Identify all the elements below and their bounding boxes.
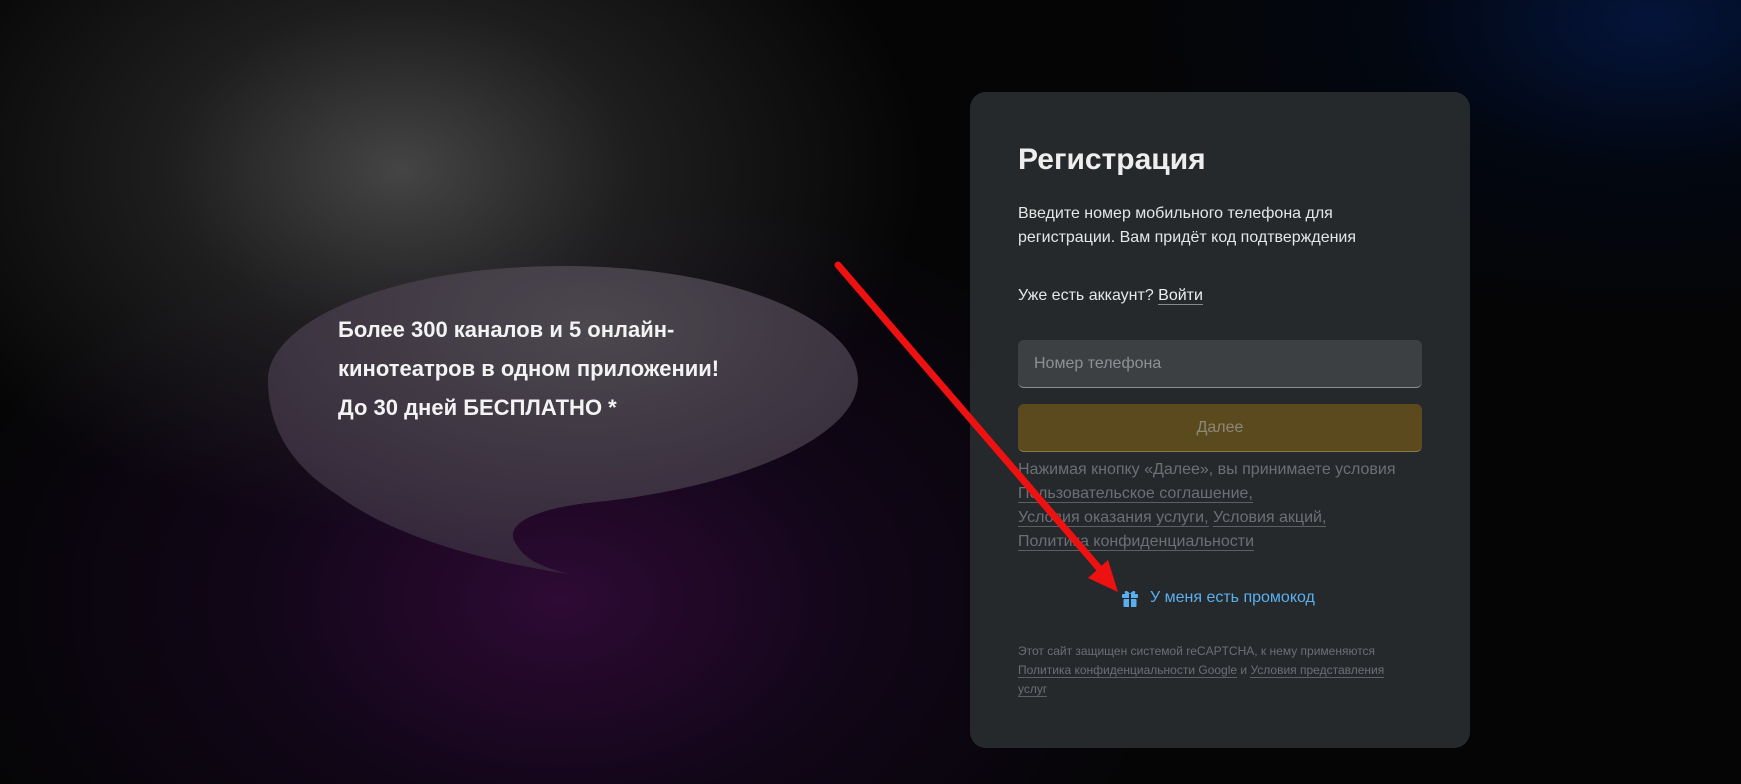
have-account-text: Уже есть аккаунт? [1018,287,1154,304]
annotation-arrow [834,261,1118,592]
user-agreement-link[interactable]: Пользовательское соглашение, [1018,485,1253,503]
login-link[interactable]: Войти [1158,287,1203,305]
promo-line-3: До 30 дней БЕСПЛАТНО * [338,395,617,420]
promo-speech-bubble: Более 300 каналов и 5 онлайн- кинотеатро… [266,262,860,578]
have-account-row: Уже есть аккаунт? Войти [1018,284,1203,308]
terms-row-2: Условия оказания услуги, Условия акций, [1018,506,1438,530]
phone-input[interactable] [1018,340,1422,388]
promo-line-2: кинотеатров в одном приложении! [338,356,720,381]
promo-bubble-text: Более 300 каналов и 5 онлайн- кинотеатро… [338,310,778,427]
description-line-1: Введите номер мобильного телефона для [1018,205,1333,222]
terms-row-3: Политика конфиденциальности [1018,530,1438,554]
recaptcha-row-2: Политика конфиденциальности Google и Усл… [1018,661,1422,680]
recaptcha-intro: Этот сайт защищен системой reCAPTCHA, к … [1018,644,1376,658]
recaptcha-row-3: услуг [1018,680,1422,699]
recaptcha-and: и [1240,663,1248,677]
terms-text: Нажимая кнопку «Далее», вы принимаете ус… [1018,458,1438,554]
next-button[interactable]: Далее [1018,404,1422,452]
registration-description: Введите номер мобильного телефона для ре… [1018,202,1418,250]
service-terms-link[interactable]: Условия оказания услуги, [1018,509,1209,527]
recaptcha-notice: Этот сайт защищен системой reCAPTCHA, к … [1018,642,1422,699]
page: Более 300 каналов и 5 онлайн- кинотеатро… [0,0,1741,784]
google-terms-link-cont[interactable]: услуг [1018,682,1048,697]
promo-terms-link[interactable]: Условия акций, [1212,509,1327,527]
page-title: Регистрация [1018,143,1206,176]
google-terms-link[interactable]: Условия представления [1250,663,1385,678]
gift-icon [1120,588,1140,608]
promo-code-link[interactable]: У меня есть промокод [1120,588,1315,608]
description-line-2: регистрации. Вам придёт код подтверждени… [1018,229,1357,246]
google-privacy-link[interactable]: Политика конфиденциальности Google [1018,663,1238,678]
privacy-policy-link[interactable]: Политика конфиденциальности [1018,533,1255,551]
promo-code-label: У меня есть промокод [1150,589,1315,606]
terms-intro: Нажимая кнопку «Далее», вы принимаете ус… [1018,461,1396,478]
registration-card: Регистрация Введите номер мобильного тел… [970,92,1470,748]
promo-line-1: Более 300 каналов и 5 онлайн- [338,317,675,342]
terms-row-1: Пользовательское соглашение, [1018,482,1438,506]
